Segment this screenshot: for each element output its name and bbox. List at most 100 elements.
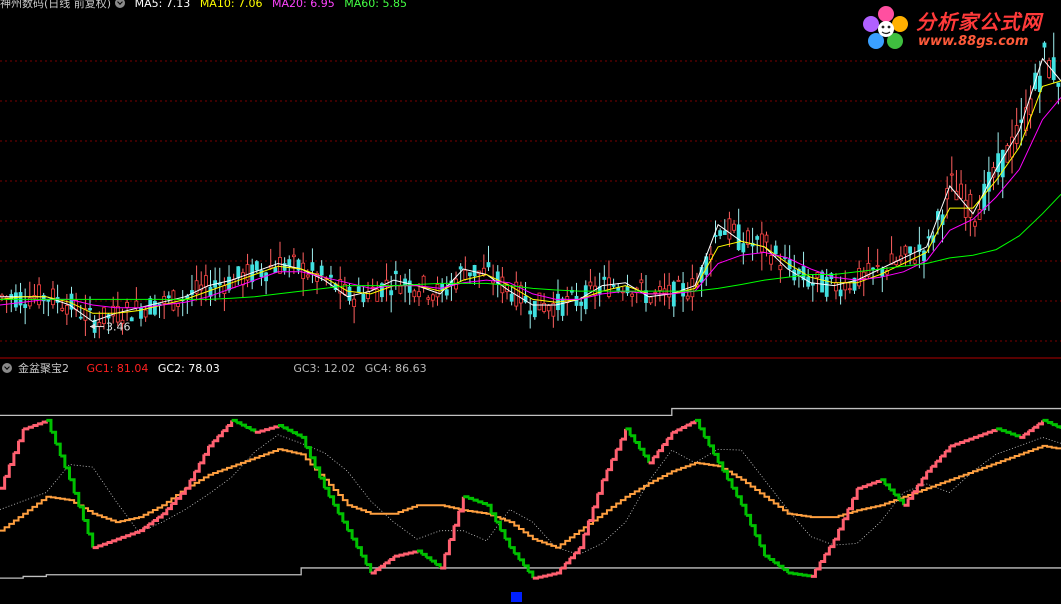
gc1-segment — [857, 486, 864, 490]
candle-body — [630, 293, 635, 297]
candle-body — [171, 290, 176, 311]
candle-body — [236, 266, 241, 279]
gc1-segment — [403, 552, 410, 556]
gc1-segment — [449, 525, 456, 541]
gc1-segment — [227, 420, 234, 428]
gc1-segment — [982, 432, 989, 436]
gc1-segment — [1005, 430, 1012, 434]
gc1-segment — [32, 423, 39, 428]
moving-average-series — [0, 57, 1061, 323]
candle-body — [347, 286, 352, 301]
candle-body — [125, 301, 129, 308]
candle-body — [166, 295, 171, 299]
gc1-segment — [389, 556, 396, 561]
gc1-segment — [727, 478, 734, 489]
gc1-segment — [333, 503, 340, 514]
gc1-segment — [83, 518, 90, 535]
gc1-segment — [801, 573, 808, 577]
gc1-segment — [240, 423, 248, 428]
gc1-segment — [630, 434, 637, 443]
chart-canvas: 3.46 — [0, 32, 1061, 602]
candle-body — [908, 246, 913, 254]
candle-body — [903, 245, 908, 255]
gc1-segment — [847, 498, 855, 511]
gc1-segment — [991, 428, 998, 433]
candle-body — [1056, 82, 1061, 87]
candle-body — [231, 278, 236, 289]
candle-body — [996, 153, 1001, 173]
gc1-segment — [287, 428, 294, 433]
gc1-segment — [560, 562, 567, 570]
candle-body — [769, 255, 774, 265]
gc1-segment — [1033, 423, 1040, 429]
low-annotation-label: 3.46 — [106, 321, 131, 334]
gc1-segment — [708, 444, 716, 455]
gc1-segment — [259, 429, 266, 433]
gc1-segment — [755, 534, 762, 546]
gc1-segment — [356, 546, 363, 557]
gc1-segment — [787, 571, 794, 575]
gc1-segment — [13, 440, 21, 455]
gc1-segment — [393, 554, 400, 558]
gc1-segment — [667, 432, 674, 440]
gc1-segment — [347, 529, 354, 540]
candle-body — [444, 289, 449, 296]
gc1-segment — [379, 562, 387, 568]
gc1-segment — [704, 435, 711, 446]
gc1-segment — [407, 551, 414, 555]
gc1-segment — [565, 557, 572, 565]
candle-body — [755, 236, 760, 240]
gc1-segment — [213, 435, 220, 443]
candle-body — [588, 281, 593, 287]
gc1-segment — [616, 439, 623, 451]
gc1-segment — [0, 476, 7, 490]
gc1-segment — [134, 530, 141, 534]
gc1-segment — [713, 452, 720, 463]
gc1-segment — [236, 421, 243, 426]
gc1-segment — [27, 425, 34, 429]
gc1-segment — [634, 440, 641, 450]
candle-body — [528, 310, 533, 315]
candle-body — [278, 257, 282, 274]
candle-body — [329, 274, 333, 278]
candle-body — [356, 286, 361, 293]
gc1-segment — [620, 428, 627, 441]
gc1-segment — [542, 574, 549, 578]
gc1-segment — [472, 498, 479, 502]
gc1-segment — [18, 428, 25, 443]
candle-body — [37, 284, 41, 306]
gc1-segment — [954, 442, 961, 446]
candle-body — [639, 279, 644, 284]
candle-body — [963, 199, 968, 218]
candle-body — [968, 193, 973, 218]
candle-body — [718, 230, 723, 236]
gc1-segment — [495, 520, 502, 531]
candle-body — [648, 296, 653, 304]
gc1-segment — [481, 502, 488, 506]
candle-body — [736, 224, 741, 251]
gc1-segment — [806, 574, 813, 578]
gc1-segment — [101, 542, 109, 546]
candle-body — [685, 295, 690, 300]
gc1-segment — [884, 483, 892, 490]
candle-body — [732, 223, 736, 231]
gc1-segment — [115, 537, 122, 541]
gc1-segment — [579, 534, 586, 550]
candle-body — [463, 269, 468, 280]
gc1-segment — [824, 546, 831, 556]
candle-body — [319, 265, 324, 276]
gc1-segment — [820, 554, 827, 564]
candle-body — [64, 305, 69, 315]
gc1-segment — [421, 552, 428, 558]
candle-body — [222, 285, 227, 294]
gc1-segment — [162, 508, 169, 516]
gc1-segment — [398, 553, 405, 557]
gc1-segment — [268, 426, 275, 430]
candle-body — [13, 292, 18, 308]
gc1-segment — [41, 420, 48, 424]
gc1-segment — [92, 545, 99, 550]
gc1-segment — [861, 484, 868, 489]
candle-body — [430, 294, 435, 301]
candle-body — [23, 304, 28, 309]
gc1-segment — [366, 563, 373, 574]
